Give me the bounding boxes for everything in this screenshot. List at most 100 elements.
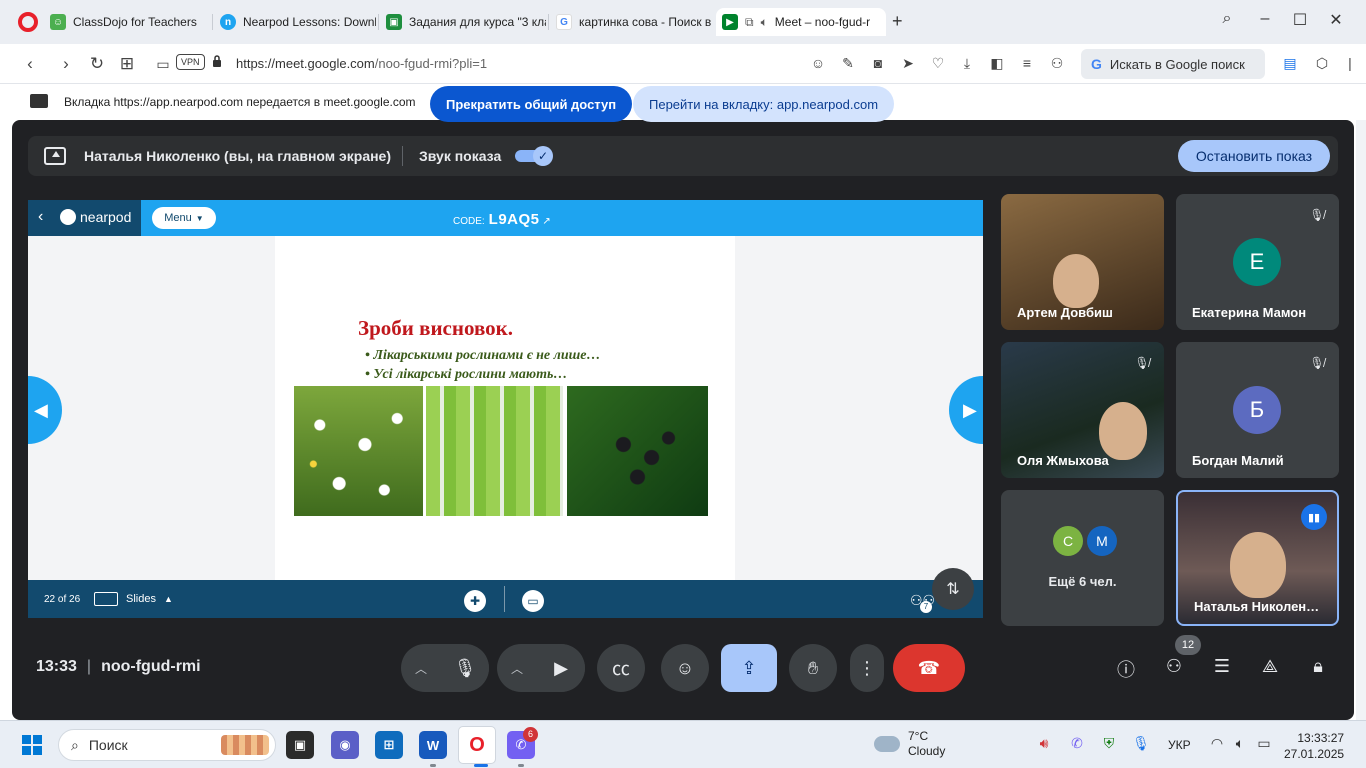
- emoji-icon[interactable]: ☺: [809, 55, 827, 71]
- speaker-tray-icon[interactable]: 🔊︎: [1034, 735, 1054, 752]
- new-tab-button[interactable]: +: [892, 11, 903, 32]
- activities-icon[interactable]: ⟁: [1257, 656, 1283, 682]
- vpn-badge[interactable]: VPN: [176, 54, 205, 70]
- teams-chat-icon[interactable]: ◉: [331, 731, 359, 759]
- browser-side-strip: [1356, 120, 1366, 720]
- battery-icon[interactable]: ▭: [1254, 735, 1274, 752]
- windows-start-icon[interactable]: [22, 735, 42, 755]
- add-activity-icon[interactable]: ✚: [464, 590, 486, 612]
- weather-widget[interactable]: 7°C Cloudy: [874, 729, 945, 759]
- account-icon[interactable]: ⚇: [1048, 55, 1066, 72]
- search-tabs-icon[interactable]: ⌕: [1216, 10, 1238, 28]
- forward-icon[interactable]: ›: [56, 54, 76, 74]
- raise-hand-button[interactable]: ✋︎: [789, 644, 837, 692]
- captions-button[interactable]: ㏄: [597, 644, 645, 692]
- mic-options-chevron-icon[interactable]: ︿: [401, 660, 441, 677]
- running-indicator: [518, 764, 524, 767]
- send-icon[interactable]: ➤: [899, 55, 917, 72]
- pip-icon[interactable]: ⧉: [745, 15, 754, 30]
- meeting-details-info-icon[interactable]: ⓘ: [1113, 656, 1139, 682]
- minimize-icon[interactable]: –: [1254, 10, 1276, 28]
- mic-button[interactable]: 🎙︎: [441, 644, 489, 692]
- camera-button[interactable]: ▶︎: [537, 644, 585, 692]
- chat-icon[interactable]: ☰: [1209, 656, 1235, 682]
- go-to-tab-button[interactable]: Перейти на вкладку: app.nearpod.com: [633, 86, 895, 122]
- tab-classroom[interactable]: ▣ Задания для курса "3 кла: [380, 8, 546, 36]
- maximize-icon[interactable]: ☐: [1289, 10, 1311, 30]
- defender-shield-icon[interactable]: ⛨: [1099, 735, 1119, 752]
- participant-name: Артем Довбиш: [1017, 305, 1113, 320]
- camera-status-icon[interactable]: ▭: [153, 54, 173, 74]
- edit-icon[interactable]: ✎: [839, 55, 857, 72]
- close-icon[interactable]: ✕: [1325, 10, 1347, 30]
- search-icon: ⌕: [71, 736, 79, 753]
- more-options-button[interactable]: ⋮: [850, 644, 884, 692]
- lock-icon[interactable]: [212, 55, 222, 67]
- mic-off-icon: 🎙︎̸: [1134, 356, 1150, 370]
- camera-options-chevron-icon[interactable]: ︿: [497, 660, 537, 677]
- divider: [504, 586, 505, 612]
- share-audio-toggle[interactable]: ✓: [515, 146, 553, 166]
- google-search-box[interactable]: G Искать в Google поиск: [1081, 49, 1265, 79]
- chat-bubble-icon[interactable]: ▭: [522, 590, 544, 612]
- swap-layout-button[interactable]: ⇅: [932, 568, 974, 610]
- sidebar-toggle-icon[interactable]: ◧: [988, 55, 1006, 72]
- tabs-grid-icon[interactable]: ⊞: [117, 54, 137, 74]
- participant-tile[interactable]: 🎙︎̸ Оля Жмыхова: [1001, 342, 1164, 478]
- download-icon[interactable]: ⤓: [958, 55, 976, 72]
- weather-text: 7°C Cloudy: [908, 729, 945, 759]
- viber-notification-badge: 6: [523, 727, 538, 742]
- tab-classdojo[interactable]: ☺ ClassDojo for Teachers: [44, 8, 210, 36]
- arrow-left-icon: ◀: [34, 400, 48, 420]
- tab-meet[interactable]: ▶ ⧉ 🔈︎ Meet – noo-fgud-r: [716, 8, 886, 36]
- taskbar-clock[interactable]: 13:33:27 27.01.2025: [1284, 730, 1344, 762]
- more-participants-tile[interactable]: С М Ещё 6 чел.: [1001, 490, 1164, 626]
- snapshot-icon[interactable]: ◙: [869, 55, 887, 71]
- present-button[interactable]: ⇪: [721, 644, 777, 692]
- code-value: L9AQ5: [488, 211, 540, 228]
- reactions-button[interactable]: ☺: [661, 644, 709, 692]
- external-link-icon[interactable]: ↗: [542, 216, 550, 227]
- microphone-tray-icon[interactable]: 🎙︎: [1131, 735, 1151, 752]
- easy-setup-icon[interactable]: ≡: [1018, 55, 1036, 71]
- tab-google-search[interactable]: G картинка сова - Поиск в: [550, 8, 712, 36]
- heart-icon[interactable]: ♡: [929, 55, 947, 72]
- participant-name: Наталья Николен…: [1194, 599, 1320, 614]
- classdojo-icon: ☺: [50, 14, 66, 30]
- stop-presenting-button[interactable]: Остановить показ: [1178, 140, 1330, 172]
- word-icon[interactable]: W: [419, 731, 447, 759]
- back-icon[interactable]: ‹: [20, 54, 40, 74]
- stop-sharing-button[interactable]: Прекратить общий доступ: [430, 86, 633, 122]
- share-notice-text: Вкладка https://app.nearpod.com передает…: [64, 95, 416, 109]
- language-indicator[interactable]: УКР: [1168, 738, 1191, 752]
- host-controls-lock-icon[interactable]: 🔒︎: [1305, 656, 1331, 682]
- meeting-time: 13:33: [36, 658, 77, 675]
- speaker-icon[interactable]: 🔈︎: [761, 15, 768, 30]
- leave-call-button[interactable]: ☎︎: [893, 644, 965, 692]
- participant-tile[interactable]: Артем Довбиш: [1001, 194, 1164, 330]
- students-icon[interactable]: ⚇⚇ 7: [910, 592, 935, 613]
- volume-icon[interactable]: 🔈︎: [1230, 735, 1250, 752]
- wifi-icon[interactable]: ◠: [1207, 735, 1227, 752]
- participant-tile[interactable]: 🎙︎̸ Б Богдан Малий: [1176, 342, 1339, 478]
- check-icon: ✓: [533, 146, 553, 166]
- nearpod-menu-button[interactable]: Menu ▼: [152, 207, 216, 229]
- participant-tile[interactable]: 🎙︎̸ Е Екатерина Мамон: [1176, 194, 1339, 330]
- url-field[interactable]: https://meet.google.com/noo-fgud-rmi?pli…: [236, 56, 487, 71]
- task-view-icon[interactable]: ▣: [286, 731, 314, 759]
- store-icon[interactable]: ⊞: [375, 731, 403, 759]
- opera-menu-icon[interactable]: [18, 12, 38, 32]
- back-arrow-icon[interactable]: ‹: [38, 208, 43, 226]
- tab-nearpod[interactable]: n Nearpod Lessons: Downlo: [214, 8, 376, 36]
- participant-tile-self[interactable]: ▮▮ Наталья Николен…: [1176, 490, 1339, 626]
- extensions-cube-icon[interactable]: ⬡: [1313, 55, 1331, 72]
- url-path: /noo-fgud-rmi?pli=1: [374, 56, 488, 71]
- slides-toggle[interactable]: Slides ▲: [94, 592, 173, 606]
- people-icon[interactable]: ⚇: [1161, 656, 1187, 682]
- opera-taskbar-icon[interactable]: O: [458, 726, 496, 764]
- taskbar-search[interactable]: ⌕ Поиск: [58, 729, 276, 761]
- viber-tray-icon[interactable]: ✆: [1067, 735, 1087, 752]
- presenting-bar: Наталья Николенко (вы, на главном экране…: [28, 136, 1338, 176]
- reload-icon[interactable]: ↻: [87, 54, 107, 74]
- workspaces-icon[interactable]: ▤: [1281, 55, 1299, 72]
